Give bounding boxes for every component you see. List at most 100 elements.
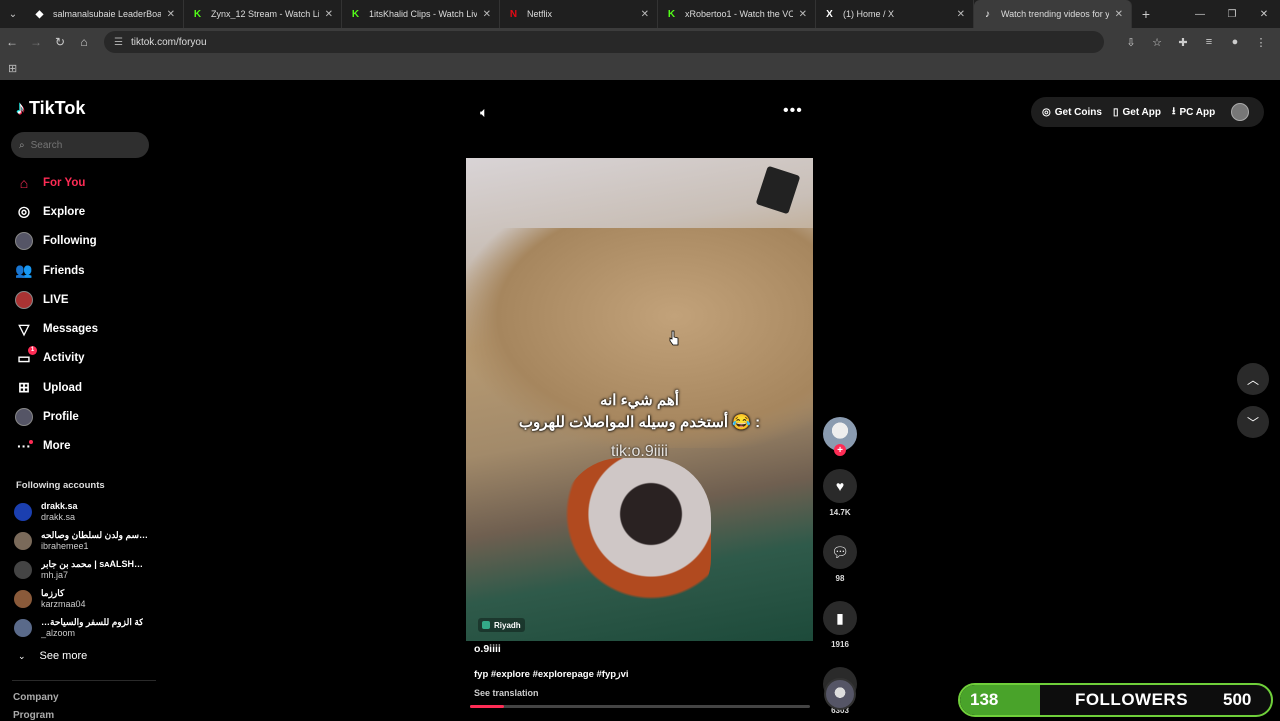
browser-menu-icon[interactable]: ⋮ [1248,36,1274,49]
browser-tab[interactable]: X (1) Home / X ✕ [816,0,974,28]
nav-label: Activity [43,352,85,365]
nav-item-activity[interactable]: ▭ Activity 1 [14,344,154,373]
url-text: tiktok.com/foryou [130,36,207,48]
following-account-item[interactable]: كارزما karzmaa04 [14,585,154,614]
browser-tab[interactable]: K 1itsKhalid Clips - Watch Live on ✕ [342,0,500,28]
browser-tab[interactable]: KxRobertoo1 - Watch the VOD o ✕ [658,0,816,28]
search-box[interactable]: ⌕ [11,132,149,158]
following-account-item[interactable]: محمد بن جابر | ѕᴀALSH… mh.ja7 [14,555,154,584]
minimize-button[interactable]: — [1184,9,1216,20]
following-icon [14,231,34,251]
see-more-button[interactable]: ⌄ See more [18,650,87,662]
tab-title: xRobertoo1 - Watch the VOD o [685,9,793,19]
nav-item-explore[interactable]: ◎ Explore [14,197,154,226]
toolbar-icons: ⇩ ☆ ✚ ≡ ● ⋮ [1118,36,1274,49]
save-action[interactable]: ▮ 1916 [823,601,857,649]
account-username: karzmaa04 [41,599,86,610]
followers-label: FOLLOWERS [1074,690,1189,709]
url-field[interactable]: ☰ tiktok.com/foryou [104,31,1104,53]
nav-item-profile[interactable]: Profile [14,402,154,431]
nav-item-following[interactable]: Following [14,227,154,256]
nav-item-live[interactable]: LIVE [14,285,154,314]
music-disc-icon[interactable] [824,678,856,710]
following-account-item[interactable]: سم ولدن لسلطان وصالحه… ibrahemee1 [14,526,154,555]
nav-item-messages[interactable]: ▽ Messages [14,314,154,343]
nav-item-upload[interactable]: ⊞ Upload [14,373,154,402]
search-input[interactable] [30,139,131,151]
tab-close-icon[interactable]: ✕ [641,9,649,20]
following-account-item[interactable]: drakk.sa drakk.sa [14,497,154,526]
nav-label: Messages [43,323,98,336]
tiktok-logo[interactable]: ♪ TikTok [16,98,85,119]
browser-tab-strip: ⌄ ◆ salmanalsubaie LeaderBoard | T ✕ K Zynx_… [0,0,1280,28]
comment-icon[interactable]: 💬︎ [823,535,857,569]
tab-close-icon[interactable]: ✕ [799,9,807,20]
tab-close-icon[interactable]: ✕ [325,9,333,20]
install-app-icon[interactable]: ⇩ [1118,36,1144,49]
followers-goal-widget: 138 FOLLOWERS 500 [958,683,1273,717]
company-link[interactable]: Company [13,692,59,703]
get-app-button[interactable]: ▯ Get App [1113,107,1161,118]
reload-button[interactable]: ↻ [48,35,72,49]
close-window-button[interactable]: ✕ [1248,9,1280,20]
home-button[interactable]: ⌂ [72,35,96,49]
get-coins-button[interactable]: ◎ Get Coins [1042,107,1102,118]
extensions-icon[interactable]: ✚ [1170,36,1196,49]
see-translation-link[interactable]: See translation [474,688,814,698]
video-watermark: tik:o.9iiii [611,443,668,460]
account-display-name: …كة الزوم للسفر والسياحة [41,617,144,628]
previous-video-button[interactable]: ︿ [1237,363,1269,395]
browser-tab[interactable]: N Netflix ✕ [500,0,658,28]
tab-close-icon[interactable]: ✕ [1115,9,1123,20]
comment-action[interactable]: 💬︎ 98 [823,535,857,583]
nav-label: For You [43,176,86,189]
new-tab-button[interactable]: + [1132,6,1160,22]
tab-close-icon[interactable]: ✕ [167,9,175,20]
tiktok-note-icon: ♪ [16,98,25,118]
tab-favicon-icon: N [509,8,518,20]
nav-item-for-you[interactable]: ⌂ For You [14,168,154,197]
next-video-button[interactable]: ﹀ [1237,406,1269,438]
profile-icon[interactable]: ● [1222,36,1248,49]
creator-avatar[interactable]: + [823,417,857,456]
video-author[interactable]: o.9iiii [474,643,814,655]
program-link[interactable]: Program [13,710,54,721]
nav-item-friends[interactable]: 👥 Friends [14,256,154,285]
follow-plus-icon[interactable]: + [834,444,846,456]
tab-title: salmanalsubaie LeaderBoard | T [53,9,161,19]
heart-icon[interactable]: ♥ [823,469,857,503]
apps-grid-icon[interactable]: ⊞ [8,62,17,75]
location-tag[interactable]: Riyadh [478,618,525,632]
caption-line-2: أستخدم وسيله المواصلات للهروب 😂 : [518,414,761,431]
forward-button[interactable]: → [24,35,48,49]
restore-button[interactable]: ❐ [1216,9,1248,20]
browser-tab[interactable]: ◆ salmanalsubaie LeaderBoard | T ✕ [26,0,184,28]
user-avatar[interactable] [1231,103,1250,121]
bookmarks-bar: ⊞ [0,56,1280,80]
bookmark-icon[interactable]: ▮ [823,601,857,635]
following-accounts-list: drakk.sa drakk.sa سم ولدن لسلطان وصالحه… ib… [14,497,154,643]
video-player[interactable]: أهم شيء انه أستخدم وسيله المواصلات للهرو… [466,158,813,641]
back-button[interactable]: ← [0,35,24,49]
pc-app-label: PC App [1179,106,1216,118]
volume-icon[interactable]: 🔈︎ [480,104,488,121]
get-app-label: Get App [1122,106,1161,118]
pc-app-button[interactable]: ⭳ PC App [1172,104,1215,121]
tab-list: ◆ salmanalsubaie LeaderBoard | T ✕ K Zynx_12… [26,0,1132,28]
account-username: drakk.sa [41,511,76,522]
tab-close-icon[interactable]: ✕ [483,9,491,20]
tab-favicon-icon: X [826,8,833,20]
bookmark-star-icon[interactable]: ☆ [1144,36,1170,49]
browser-tab[interactable]: K Zynx_12 Stream - Watch Live on ✕ [184,0,342,28]
like-action[interactable]: ♥ 14.7K [823,469,857,517]
site-info-icon[interactable]: ☰ [114,37,123,48]
more-options-icon[interactable]: ••• [783,102,803,120]
media-control-icon[interactable]: ≡ [1196,36,1222,49]
tab-search-button[interactable]: ⌄ [0,0,26,28]
browser-tab[interactable]: ♪ Watch trending videos for you ✕ [974,0,1132,28]
location-label: Riyadh [494,620,521,630]
following-account-item[interactable]: …كة الزوم للسفر والسياحة _alzoom [14,614,154,643]
video-progress-bar[interactable] [470,705,810,708]
tab-close-icon[interactable]: ✕ [957,9,965,20]
nav-item-more[interactable]: ··· More [14,432,154,461]
